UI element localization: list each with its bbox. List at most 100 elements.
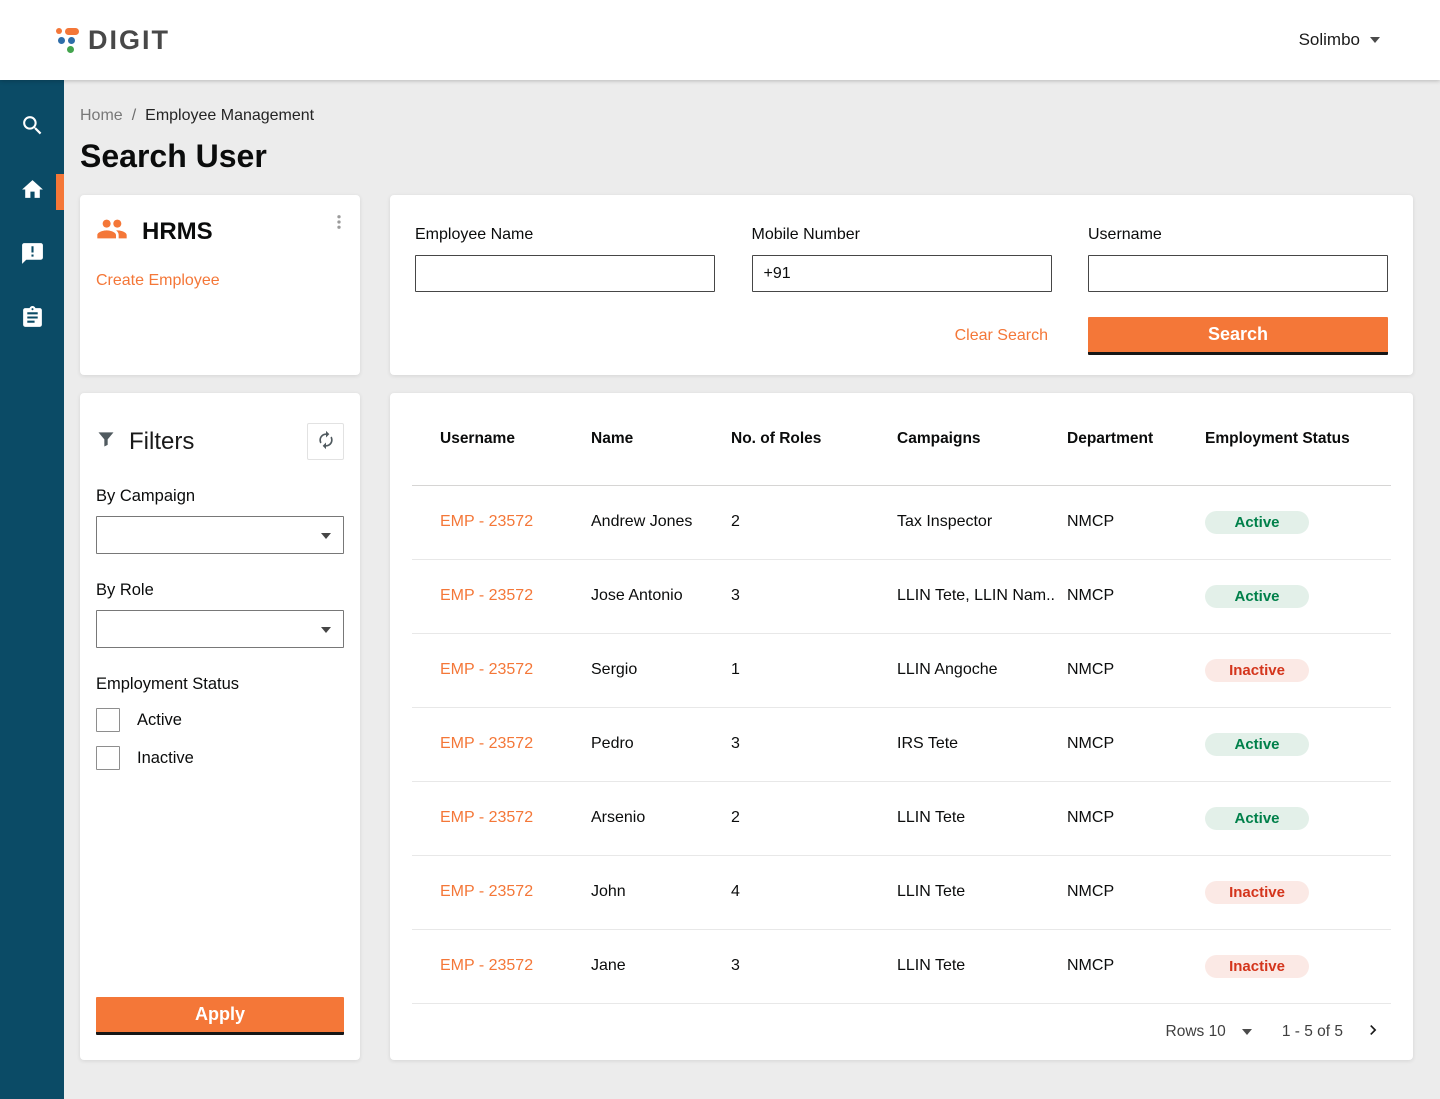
chevron-down-icon [1370, 37, 1380, 43]
employee-name-input[interactable] [415, 255, 715, 292]
col-roles: No. of Roles [725, 393, 891, 485]
by-role-select[interactable] [96, 610, 344, 648]
col-name: Name [585, 393, 725, 485]
chevron-down-icon [1242, 1029, 1252, 1035]
employee-name-label: Employee Name [415, 226, 715, 244]
by-campaign-select[interactable] [96, 516, 344, 554]
kebab-menu-icon[interactable] [330, 213, 348, 236]
logo-text: DIGIT [88, 25, 170, 56]
employee-link[interactable]: EMP - 23572 [440, 513, 533, 530]
filters-card: Filters By Campaign [80, 393, 360, 1060]
active-indicator [56, 174, 64, 210]
col-status: Employment Status [1199, 393, 1391, 485]
employee-link[interactable]: EMP - 23572 [440, 883, 533, 900]
employment-status-label: Employment Status [96, 675, 344, 694]
cell-roles: 4 [725, 855, 891, 929]
employee-link[interactable]: EMP - 23572 [440, 587, 533, 604]
table-row: EMP - 23572 Arsenio 2 LLIN Tete NMCP Act… [412, 781, 1391, 855]
digit-logo[interactable]: DIGIT [56, 25, 170, 56]
apply-button[interactable]: Apply [96, 997, 344, 1035]
sidebar-item-home[interactable] [0, 160, 64, 224]
active-checkbox-label: Active [137, 711, 182, 730]
col-username: Username [412, 393, 585, 485]
cell-name: Sergio [585, 633, 725, 707]
breadcrumb-current: Employee Management [145, 107, 314, 125]
cell-roles: 1 [725, 633, 891, 707]
table-row: EMP - 23572 Jane 3 LLIN Tete NMCP Inacti… [412, 929, 1391, 1003]
employee-link[interactable]: EMP - 23572 [440, 735, 533, 752]
table-row: EMP - 23572 John 4 LLIN Tete NMCP Inacti… [412, 855, 1391, 929]
search-icon [20, 113, 45, 143]
cell-campaigns: LLIN Tete [891, 781, 1061, 855]
breadcrumb: Home / Employee Management [80, 107, 1413, 125]
active-checkbox-row[interactable]: Active [96, 708, 344, 732]
breadcrumb-home[interactable]: Home [80, 107, 123, 125]
active-checkbox[interactable] [96, 708, 120, 732]
cell-campaigns: Tax Inspector [891, 485, 1061, 559]
sidebar-item-assignment[interactable] [0, 288, 64, 352]
employee-link[interactable]: EMP - 23572 [440, 809, 533, 826]
cell-name: Andrew Jones [585, 485, 725, 559]
home-icon [20, 177, 45, 207]
col-campaigns: Campaigns [891, 393, 1061, 485]
main-content: Home / Employee Management Search User H… [64, 80, 1440, 1099]
clear-search-link[interactable]: Clear Search [955, 327, 1048, 345]
cell-name: John [585, 855, 725, 929]
search-panel: Employee Name Mobile Number Username [390, 195, 1413, 375]
employee-link[interactable]: EMP - 23572 [440, 957, 533, 974]
sidebar-item-search[interactable] [0, 96, 64, 160]
cell-department: NMCP [1061, 855, 1199, 929]
create-employee-link[interactable]: Create Employee [96, 272, 220, 290]
sidebar [0, 80, 64, 1099]
table-row: EMP - 23572 Jose Antonio 3 LLIN Tete, LL… [412, 559, 1391, 633]
people-icon [96, 213, 128, 250]
cell-roles: 2 [725, 485, 891, 559]
hrms-card: HRMS Create Employee [80, 195, 360, 375]
results-table: Username Name No. of Roles Campaigns Dep… [412, 393, 1391, 1004]
cell-campaigns: LLIN Angoche [891, 633, 1061, 707]
app-header: DIGIT Solimbo [0, 0, 1440, 80]
table-row: EMP - 23572 Andrew Jones 2 Tax Inspector… [412, 485, 1391, 559]
pagination-range: 1 - 5 of 5 [1282, 1023, 1343, 1041]
cell-roles: 2 [725, 781, 891, 855]
status-badge: Inactive [1205, 955, 1309, 978]
cell-department: NMCP [1061, 633, 1199, 707]
rows-per-page-select[interactable]: Rows 10 [1166, 1023, 1252, 1041]
results-card: Username Name No. of Roles Campaigns Dep… [390, 393, 1413, 1060]
inactive-checkbox[interactable] [96, 746, 120, 770]
cell-department: NMCP [1061, 485, 1199, 559]
username-label: Username [1088, 226, 1388, 244]
cell-roles: 3 [725, 707, 891, 781]
table-row: EMP - 23572 Sergio 1 LLIN Angoche NMCP I… [412, 633, 1391, 707]
cell-roles: 3 [725, 559, 891, 633]
cell-name: Pedro [585, 707, 725, 781]
user-menu[interactable]: Solimbo [1299, 30, 1380, 50]
status-badge: Active [1205, 511, 1309, 534]
announcement-icon [20, 241, 45, 271]
filters-title: Filters [129, 428, 194, 456]
employee-link[interactable]: EMP - 23572 [440, 661, 533, 678]
username-input[interactable] [1088, 255, 1388, 292]
sidebar-item-announcement[interactable] [0, 224, 64, 288]
status-badge: Active [1205, 733, 1309, 756]
inactive-checkbox-row[interactable]: Inactive [96, 746, 344, 770]
cell-campaigns: LLIN Tete [891, 929, 1061, 1003]
cell-department: NMCP [1061, 781, 1199, 855]
filter-icon [96, 429, 116, 454]
chevron-down-icon [321, 627, 331, 633]
breadcrumb-separator: / [132, 107, 136, 125]
mobile-number-input[interactable] [752, 255, 1052, 292]
refresh-filters-button[interactable] [307, 423, 344, 460]
table-row: EMP - 23572 Pedro 3 IRS Tete NMCP Active [412, 707, 1391, 781]
search-button[interactable]: Search [1088, 317, 1388, 355]
digit-logo-mark-icon [56, 28, 79, 53]
cell-campaigns: LLIN Tete, LLIN Nam.. [891, 559, 1061, 633]
page-title: Search User [80, 138, 1413, 175]
next-page-button[interactable] [1363, 1020, 1383, 1043]
assignment-icon [20, 305, 45, 335]
cell-campaigns: LLIN Tete [891, 855, 1061, 929]
status-badge: Active [1205, 807, 1309, 830]
hrms-card-title: HRMS [142, 218, 213, 246]
cell-department: NMCP [1061, 559, 1199, 633]
cell-department: NMCP [1061, 929, 1199, 1003]
